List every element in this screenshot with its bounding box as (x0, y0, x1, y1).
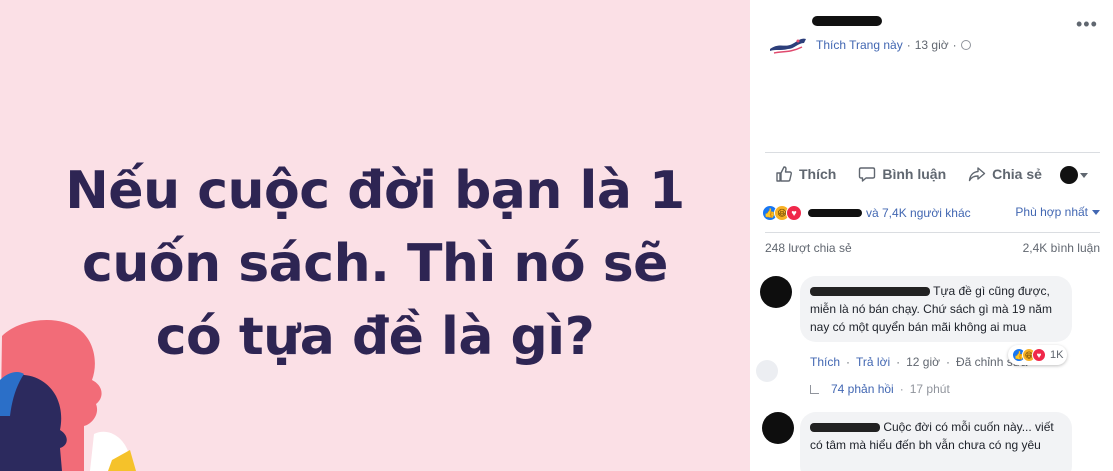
reactions-summary[interactable]: 👍 😆 ♥ và 7,4K người khác Phù hợp nhất (762, 203, 1100, 223)
commenter-name-redacted[interactable] (810, 423, 880, 433)
globe-icon (960, 40, 971, 50)
comment-separator: · (896, 355, 901, 369)
comment-count[interactable]: 2,4K bình luận (1023, 241, 1100, 255)
thumbs-up-icon (776, 165, 792, 182)
comment-reply-link[interactable]: Trả lời (856, 355, 890, 369)
comment-separator: · (946, 355, 950, 369)
post-meta: Thích Trang này · 13 giờ · (816, 38, 971, 52)
comment-sort-dropdown[interactable]: Phù hợp nhất (1015, 205, 1100, 219)
comment-reaction-count: 1K (1050, 349, 1064, 361)
like-button-label: Thích (799, 165, 837, 182)
comment-button-label: Bình luận (882, 165, 947, 182)
replies-count: 74 phản hồi (831, 382, 894, 396)
post-action-bar: Thích Bình luận Chia sẻ (765, 152, 1100, 194)
comment-separator: · (899, 382, 904, 396)
like-button[interactable]: Thích (775, 165, 836, 183)
comment-time[interactable]: 12 giờ (906, 355, 940, 369)
more-horizontal-icon[interactable]: ••• (1076, 14, 1098, 35)
reactions-others[interactable]: và 7,4K người khác (866, 206, 971, 220)
comment-like-link[interactable]: Thích (810, 355, 840, 369)
share-button-label: Chia sẻ (992, 165, 1042, 182)
love-icon: ♥ (1032, 348, 1046, 362)
comment-actions: Thích · Trả lời · 12 giờ · Đã chỉnh sửa (810, 355, 1027, 369)
commenter-avatar[interactable] (762, 412, 794, 444)
post-image[interactable]: Nếu cuộc đời bạn là 1 cuốn sách. Thì nó … (0, 0, 750, 471)
commenter-avatar[interactable] (760, 276, 792, 308)
post-timestamp[interactable]: 13 giờ (915, 38, 949, 52)
comment-sort-label: Phù hợp nhất (1015, 205, 1088, 219)
face-silhouettes-illustration (0, 319, 136, 471)
comment-separator: · (846, 355, 851, 369)
share-count[interactable]: 248 lượt chia sẻ (765, 241, 852, 255)
comment-bubble: Cuộc đời có mỗi cuốn này... viết có tâm … (800, 412, 1072, 471)
comment-button[interactable]: Bình luận (858, 165, 946, 183)
view-replies-link[interactable]: 74 phản hồi · 17 phút (810, 382, 950, 396)
comment-reactions[interactable]: 👍 😆 ♥ 1K (1008, 345, 1068, 365)
post-sidebar: Thích Trang này · 13 giờ · ••• Thích Bìn… (750, 0, 1113, 471)
headline-line: Nếu cuộc đời bạn là 1 (65, 161, 685, 221)
love-icon: ♥ (786, 205, 802, 221)
share-arrow-icon (968, 166, 986, 181)
page-avatar[interactable] (768, 27, 808, 59)
like-page-link[interactable]: Thích Trang này (816, 38, 903, 52)
comment-bubble-icon (859, 166, 876, 182)
chevron-down-icon (1092, 209, 1100, 215)
commenter-name-redacted[interactable] (810, 287, 930, 297)
meta-separator: · (952, 38, 957, 52)
share-button[interactable]: Chia sẻ (968, 165, 1042, 183)
comment-bubble: Tựa đề gì cũng được, miễn là nó bán chạy… (800, 276, 1072, 342)
headline-line: cuốn sách. Thì nó sẽ (82, 234, 668, 294)
viewer-avatar[interactable] (1060, 166, 1078, 184)
page-name-redacted[interactable] (812, 16, 882, 26)
meta-separator: · (906, 38, 911, 52)
replies-time: 17 phút (909, 382, 950, 396)
reactor-name-redacted (808, 209, 862, 217)
reply-arrow-icon (810, 384, 819, 394)
ghost-avatar (756, 360, 778, 382)
post-stats: 248 lượt chia sẻ 2,4K bình luận (765, 232, 1100, 262)
chevron-down-icon[interactable] (1080, 173, 1088, 178)
